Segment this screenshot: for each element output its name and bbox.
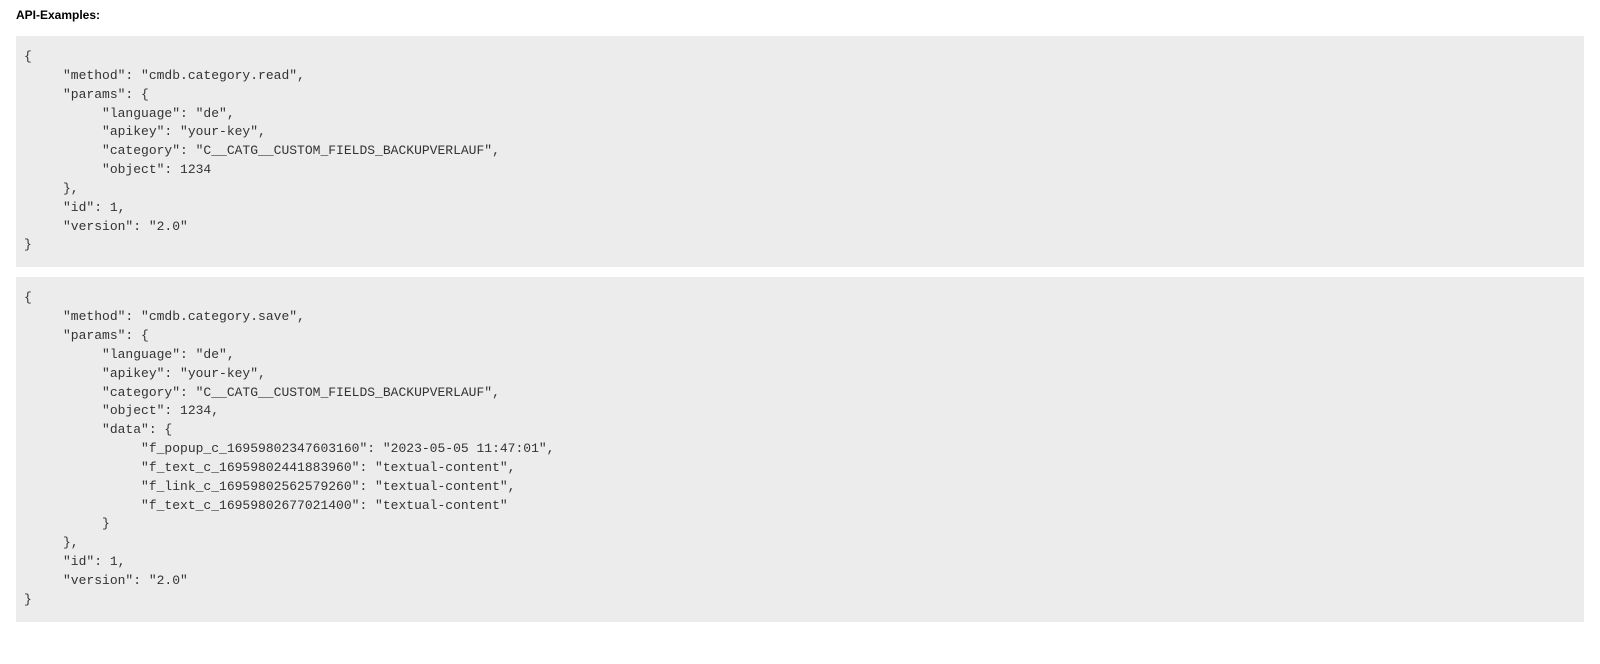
api-example-read: { "method": "cmdb.category.read", "param… bbox=[16, 36, 1584, 267]
api-example-save: { "method": "cmdb.category.save", "param… bbox=[16, 277, 1584, 621]
section-title: API-Examples: bbox=[16, 8, 1584, 22]
